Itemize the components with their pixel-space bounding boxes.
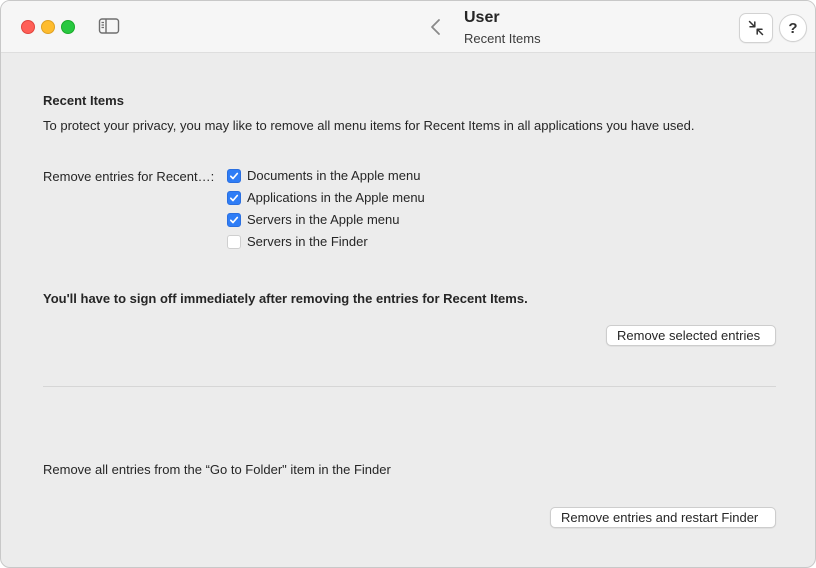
section-heading: Recent Items <box>43 93 124 108</box>
remove-selected-entries-button[interactable]: Remove selected entries <box>606 325 776 346</box>
collapse-arrows-icon <box>748 20 764 36</box>
checkbox-box[interactable] <box>227 212 241 227</box>
checkbox-box[interactable] <box>227 168 241 183</box>
collapse-button[interactable] <box>739 13 773 43</box>
checkbox-label: Documents in the Apple menu <box>247 168 421 183</box>
checkmark-icon <box>229 172 239 179</box>
sign-off-warning: You'll have to sign off immediately afte… <box>43 291 528 306</box>
sidebar-toggle-icon[interactable] <box>98 17 120 35</box>
remove-entries-restart-finder-button[interactable]: Remove entries and restart Finder <box>550 507 776 528</box>
help-button[interactable]: ? <box>779 14 807 42</box>
privacy-description: To protect your privacy, you may like to… <box>43 118 695 133</box>
checkmark-icon <box>229 216 239 223</box>
checkbox-label: Applications in the Apple menu <box>247 190 425 205</box>
back-button[interactable] <box>428 16 444 38</box>
settings-window: User Recent Items ? Recent Items To prot… <box>0 0 816 568</box>
checkbox-servers-finder[interactable]: Servers in the Finder <box>227 234 368 249</box>
checkmark-icon <box>229 194 239 201</box>
chevron-left-icon <box>431 19 440 35</box>
checkbox-label: Servers in the Finder <box>247 234 368 249</box>
window-subtitle: Recent Items <box>464 31 541 46</box>
section-divider <box>43 386 776 387</box>
zoom-window-button[interactable] <box>61 20 75 34</box>
checkbox-box[interactable] <box>227 190 241 205</box>
checkbox-servers-apple[interactable]: Servers in the Apple menu <box>227 212 399 227</box>
window-title: User <box>464 9 500 26</box>
checkbox-documents[interactable]: Documents in the Apple menu <box>227 168 420 183</box>
close-window-button[interactable] <box>21 20 35 34</box>
minimize-window-button[interactable] <box>41 20 55 34</box>
checkbox-box[interactable] <box>227 234 241 249</box>
checkbox-applications[interactable]: Applications in the Apple menu <box>227 190 425 205</box>
remove-entries-label: Remove entries for Recent…: <box>43 169 215 184</box>
title-bar: User Recent Items ? <box>1 1 815 53</box>
go-to-folder-text: Remove all entries from the “Go to Folde… <box>43 462 391 477</box>
checkbox-label: Servers in the Apple menu <box>247 212 400 227</box>
